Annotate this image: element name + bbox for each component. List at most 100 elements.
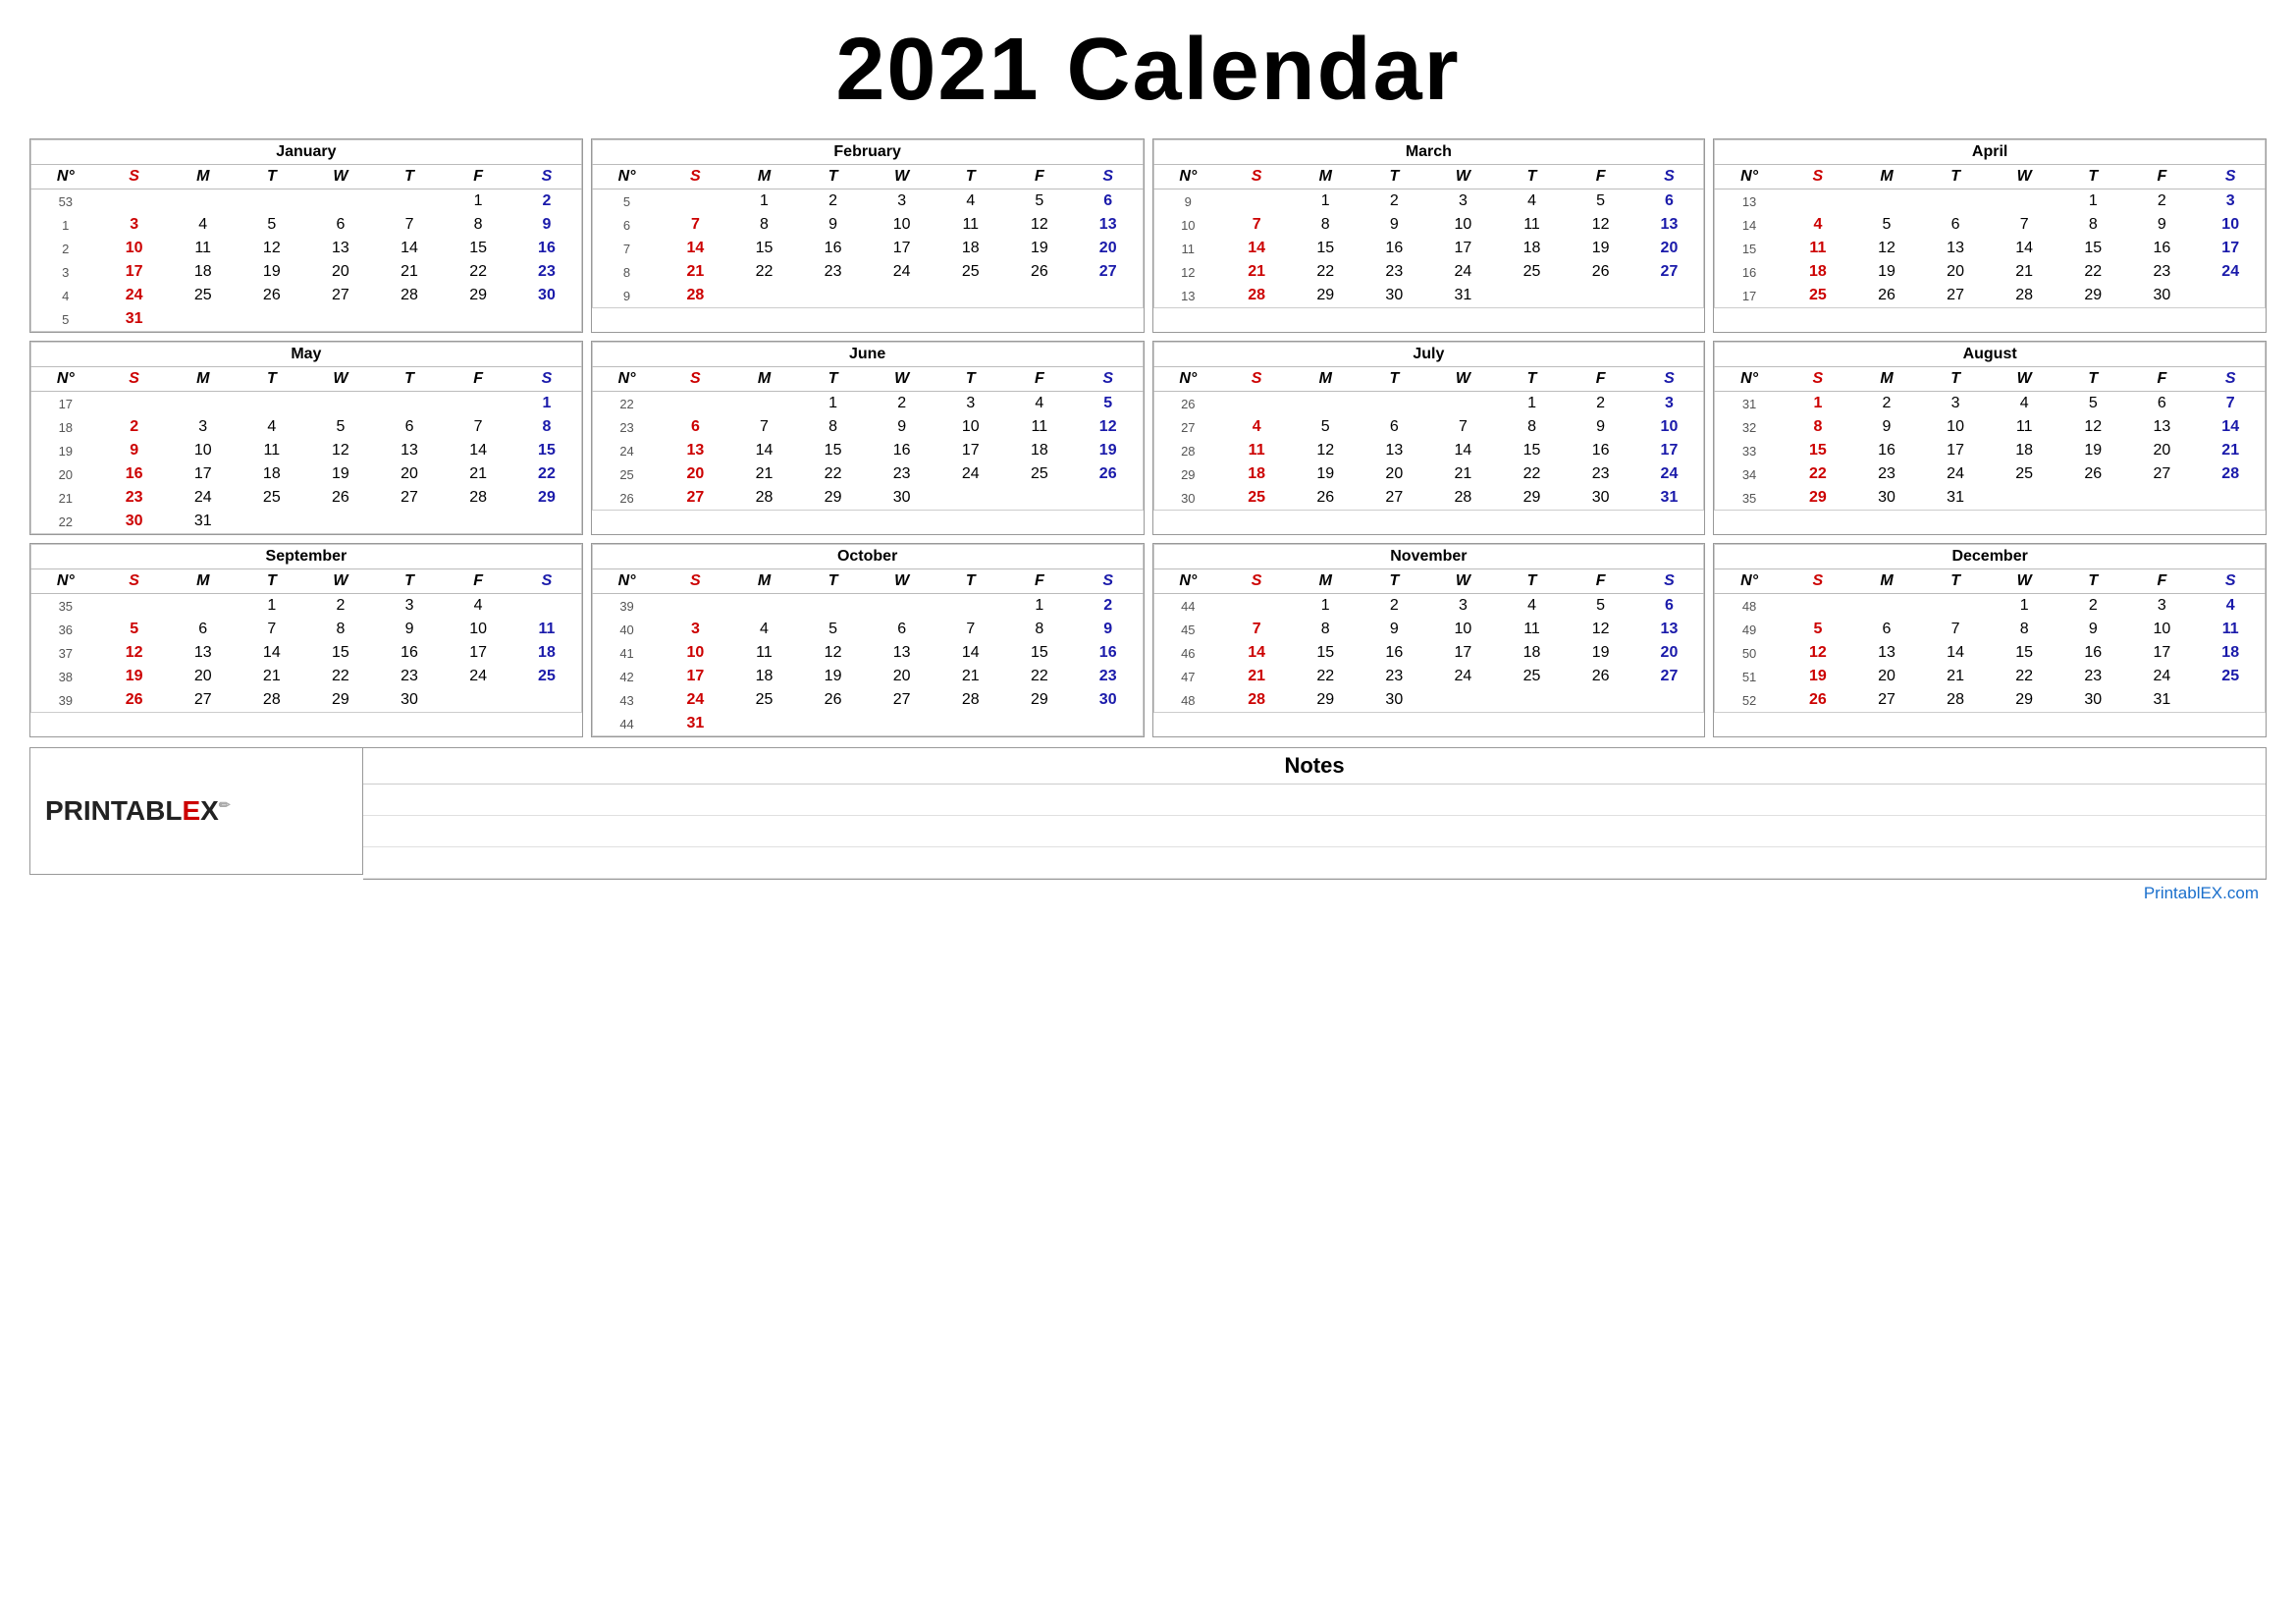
day-cell: 20 bbox=[1074, 237, 1143, 260]
week-row: 4721222324252627 bbox=[1153, 665, 1704, 688]
day-cell bbox=[169, 594, 238, 619]
day-cell: 20 bbox=[2127, 439, 2196, 462]
week-row: 182345678 bbox=[31, 415, 582, 439]
month-december: DecemberN°SMTWTFS48123449567891011501213… bbox=[1713, 543, 2267, 737]
day-cell: 1 bbox=[1291, 189, 1360, 214]
day-header-6: F bbox=[444, 367, 512, 392]
day-cell bbox=[1074, 284, 1143, 308]
day-cell: 17 bbox=[2196, 237, 2265, 260]
week-number: 42 bbox=[592, 665, 661, 688]
day-cell: 6 bbox=[661, 415, 729, 439]
day-cell: 9 bbox=[1074, 618, 1143, 641]
month-august: AugustN°SMTWTFS3112345673289101112131433… bbox=[1713, 341, 2267, 535]
day-cell: 19 bbox=[1005, 237, 1074, 260]
day-cell bbox=[1005, 284, 1074, 308]
day-cell bbox=[1921, 189, 1990, 214]
month-table-november: NovemberN°SMTWTFS44123456457891011121346… bbox=[1153, 544, 1705, 713]
day-header-7: S bbox=[512, 165, 581, 189]
day-cell: 12 bbox=[100, 641, 169, 665]
week-row: 3912 bbox=[592, 594, 1143, 619]
week-number: 21 bbox=[31, 486, 100, 510]
day-cell: 26 bbox=[1784, 688, 1852, 713]
week-number: 23 bbox=[592, 415, 661, 439]
day-cell: 18 bbox=[2196, 641, 2265, 665]
day-cell bbox=[100, 189, 169, 214]
week-number: 39 bbox=[592, 594, 661, 619]
day-cell: 14 bbox=[1921, 641, 1990, 665]
week-row: 1328293031 bbox=[1153, 284, 1704, 308]
day-cell bbox=[868, 712, 936, 736]
day-cell: 27 bbox=[1360, 486, 1428, 511]
day-cell: 15 bbox=[1784, 439, 1852, 462]
day-cell: 30 bbox=[1852, 486, 1921, 511]
day-cell: 7 bbox=[1990, 213, 2058, 237]
week-number: 27 bbox=[1153, 415, 1222, 439]
day-header-1: S bbox=[100, 569, 169, 594]
day-cell bbox=[1005, 712, 1074, 736]
day-cell: 14 bbox=[1222, 237, 1291, 260]
day-cell: 5 bbox=[306, 415, 375, 439]
day-cell bbox=[375, 189, 444, 214]
day-cell: 2 bbox=[512, 189, 581, 214]
day-header-1: S bbox=[1784, 367, 1852, 392]
day-cell: 29 bbox=[512, 486, 581, 510]
day-cell: 28 bbox=[1222, 688, 1291, 713]
day-cell: 8 bbox=[1990, 618, 2058, 641]
day-cell: 10 bbox=[1635, 415, 1704, 439]
day-cell: 6 bbox=[1852, 618, 1921, 641]
day-header-6: F bbox=[1567, 165, 1635, 189]
week-number: 37 bbox=[31, 641, 100, 665]
day-header-1: S bbox=[1222, 569, 1291, 594]
week-row: 5123456 bbox=[592, 189, 1143, 214]
day-cell: 29 bbox=[1784, 486, 1852, 511]
day-cell: 4 bbox=[729, 618, 798, 641]
week-row: 1078910111213 bbox=[1153, 213, 1704, 237]
week-row: 236789101112 bbox=[592, 415, 1143, 439]
day-cell: 21 bbox=[444, 462, 512, 486]
day-cell: 2 bbox=[2058, 594, 2127, 619]
day-cell: 1 bbox=[1291, 594, 1360, 619]
day-cell bbox=[1497, 688, 1566, 713]
day-cell: 20 bbox=[169, 665, 238, 688]
day-cell: 10 bbox=[661, 641, 729, 665]
day-cell: 18 bbox=[1497, 641, 1566, 665]
day-cell: 12 bbox=[1567, 618, 1635, 641]
day-cell bbox=[1074, 486, 1143, 511]
day-cell: 3 bbox=[1428, 594, 1497, 619]
week-number: 13 bbox=[1715, 189, 1784, 214]
day-cell: 14 bbox=[936, 641, 1005, 665]
week-number: 41 bbox=[592, 641, 661, 665]
day-cell: 5 bbox=[1784, 618, 1852, 641]
day-cell bbox=[1428, 392, 1497, 416]
day-cell: 20 bbox=[1635, 641, 1704, 665]
day-cell: 19 bbox=[1567, 237, 1635, 260]
day-cell: 9 bbox=[1852, 415, 1921, 439]
week-row: 2413141516171819 bbox=[592, 439, 1143, 462]
day-header-5: T bbox=[936, 165, 1005, 189]
day-cell bbox=[1852, 594, 1921, 619]
page-title: 2021 Calendar bbox=[29, 20, 2267, 121]
day-cell: 21 bbox=[375, 260, 444, 284]
day-cell bbox=[238, 307, 306, 332]
day-cell: 14 bbox=[375, 237, 444, 260]
day-cell: 18 bbox=[729, 665, 798, 688]
week-row: 3315161718192021 bbox=[1715, 439, 2266, 462]
day-header-3: T bbox=[238, 165, 306, 189]
week-number: 12 bbox=[1153, 260, 1222, 284]
day-cell: 9 bbox=[100, 439, 169, 462]
month-name: November bbox=[1153, 545, 1704, 569]
day-cell: 13 bbox=[1852, 641, 1921, 665]
day-cell: 12 bbox=[1291, 439, 1360, 462]
day-cell bbox=[169, 307, 238, 332]
day-cell bbox=[936, 712, 1005, 736]
day-header-7: S bbox=[1074, 367, 1143, 392]
week-row: 49567891011 bbox=[1715, 618, 2266, 641]
day-cell: 3 bbox=[936, 392, 1005, 416]
day-header-1: S bbox=[1222, 165, 1291, 189]
day-cell: 30 bbox=[1074, 688, 1143, 712]
day-header-2: M bbox=[729, 569, 798, 594]
day-header-2: M bbox=[1852, 367, 1921, 392]
week-number: 20 bbox=[31, 462, 100, 486]
day-cell: 1 bbox=[512, 392, 581, 416]
week-number: 13 bbox=[1153, 284, 1222, 308]
